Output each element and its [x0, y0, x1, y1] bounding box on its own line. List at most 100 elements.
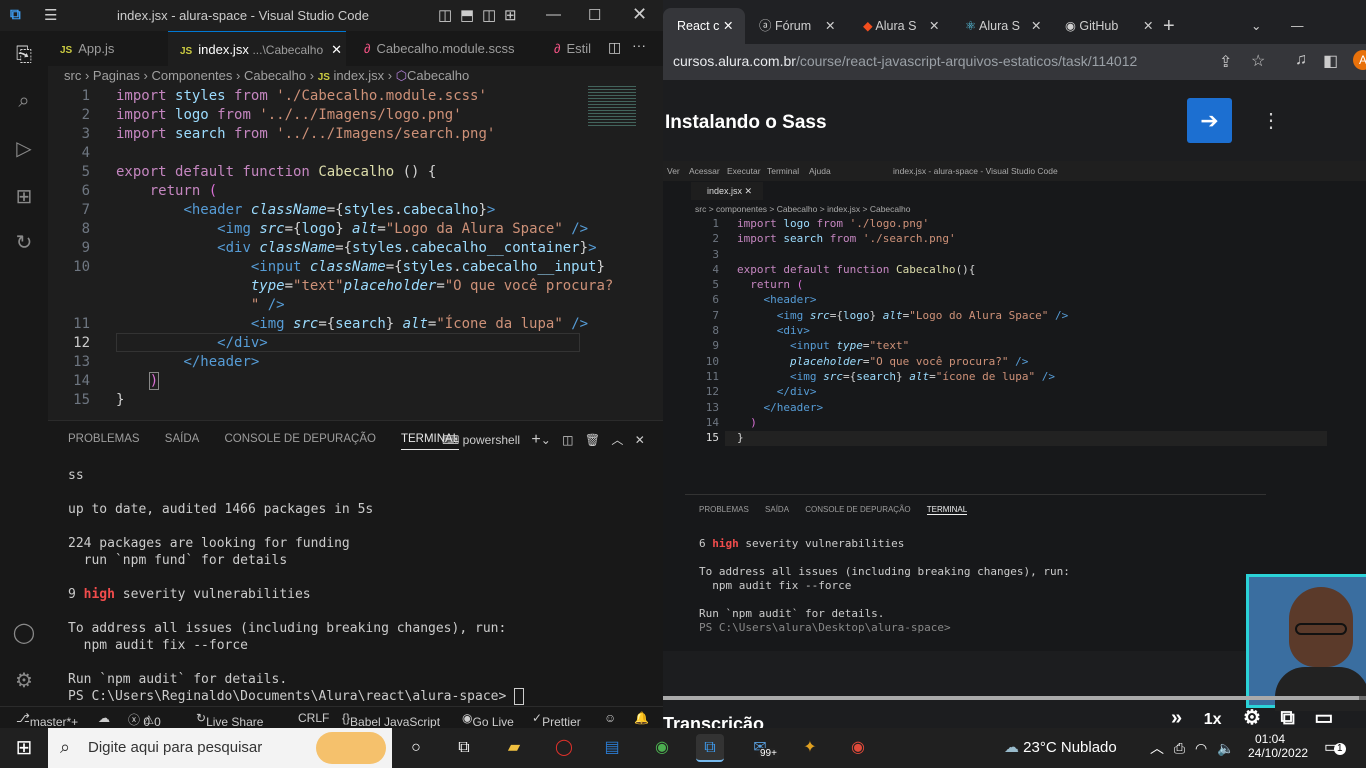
file-explorer-icon[interactable]: ▰ — [500, 734, 528, 762]
feedback-icon[interactable]: ☺ — [604, 711, 616, 725]
browser-tab-alura-1[interactable]: ◆ Alura S ✕ — [857, 8, 947, 44]
word-icon[interactable]: ▤ — [598, 734, 626, 762]
run-debug-icon[interactable]: ▷ — [12, 137, 36, 161]
breadcrumb-item[interactable]: Componentes — [151, 68, 232, 83]
eol-status[interactable]: CRLF — [298, 711, 329, 725]
media-controls-icon[interactable]: ♫ — [1295, 51, 1307, 69]
tab-debug-console[interactable]: CONSOLE DE DEPURAÇÃO — [225, 433, 376, 445]
minimap[interactable] — [588, 86, 636, 126]
skip-forward-icon[interactable]: » — [1171, 707, 1182, 728]
live-share-status[interactable]: ↻ Live Share — [196, 711, 263, 728]
accounts-icon[interactable]: ◯ — [12, 621, 36, 645]
breadcrumb-item[interactable]: Cabecalho — [244, 68, 306, 83]
browser-tab-forum[interactable]: ⓐ Fórum ✕ — [753, 8, 843, 44]
tab-close-icon[interactable]: ✕ — [331, 32, 342, 67]
branch-status[interactable]: ⎇ master*+ — [16, 711, 78, 728]
explorer-icon[interactable]: ⎘ — [12, 43, 36, 67]
split-editor-icon[interactable]: ◫ — [608, 39, 621, 56]
problems-status[interactable]: ⓧ 0 ⚠ 0 — [128, 711, 161, 728]
trash-icon[interactable]: 🗑 — [585, 433, 600, 447]
maximize-panel-icon[interactable]: ︿ — [611, 433, 623, 447]
address-bar[interactable]: cursos.alura.com.br/course/react-javascr… — [663, 44, 1366, 80]
extensions-icon[interactable]: ⊞ — [12, 185, 36, 209]
tab-estilos[interactable]: ∂ Estil — [542, 31, 602, 66]
chrome-profile-icon[interactable]: ◉ — [844, 734, 872, 762]
language-status[interactable]: {} Babel JavaScript — [342, 711, 440, 728]
close-panel-icon[interactable]: ✕ — [635, 433, 645, 447]
minimize-icon[interactable]: — — [546, 6, 561, 23]
terminal-output[interactable]: ss up to date, audited 1466 packages in … — [68, 467, 524, 705]
close-icon[interactable]: ✕ — [632, 4, 647, 25]
cortana-icon[interactable]: ○ — [402, 734, 430, 762]
split-terminal-icon[interactable]: ◫ — [562, 433, 573, 447]
side-panel-icon[interactable]: ◧ — [1323, 51, 1338, 71]
browser-tab-github[interactable]: ◉ GitHub ✕ — [1059, 8, 1159, 44]
tab-output[interactable]: SAÍDA — [165, 433, 200, 445]
profile-avatar[interactable]: A — [1353, 50, 1366, 70]
settings-gear-icon[interactable]: ⚙ — [1243, 707, 1261, 728]
menu-hamburger-icon[interactable]: ☰ — [44, 6, 57, 24]
notification-center-icon[interactable]: ▭ 1 — [1324, 737, 1346, 757]
share-icon[interactable]: ⇪ — [1219, 52, 1232, 72]
opera-icon[interactable]: ◯ — [550, 734, 578, 762]
tab-app-js[interactable]: JS App.js — [48, 31, 166, 66]
code-editor[interactable]: 1 2 3 4 5 6 7 8 9 10 11 12 13 14 15 impo… — [48, 86, 663, 416]
tab-index-jsx[interactable]: JS index.jsx ...\Cabecalho ✕ — [168, 31, 346, 66]
meet-now-icon[interactable]: ⎙ — [1174, 740, 1185, 756]
browser-minimize-icon[interactable]: — — [1291, 8, 1304, 44]
vscode-taskbar-icon[interactable]: ⧉ — [696, 734, 724, 762]
video-player[interactable]: Ver Acessar Executar Terminal Ajuda inde… — [663, 161, 1366, 728]
search-icon[interactable]: ⌕ — [12, 89, 36, 113]
browser-tab-react[interactable]: React c ✕ — [663, 8, 745, 44]
new-terminal-icon[interactable]: + — [531, 431, 540, 448]
new-tab-icon[interactable]: + — [1163, 8, 1175, 44]
toggle-sidebar-icon[interactable]: ◫ — [438, 6, 452, 24]
chevron-down-icon[interactable]: ⌄ — [541, 433, 551, 447]
customize-layout-icon[interactable]: ⊞ — [504, 6, 517, 24]
breadcrumb-item[interactable]: src — [64, 68, 81, 83]
windows-start-icon[interactable]: ⊞ — [10, 734, 38, 762]
fullscreen-icon[interactable]: ▭ — [1314, 707, 1333, 728]
live-share-icon[interactable]: ↻ — [12, 231, 36, 255]
browser-tab-alura-2[interactable]: ⚛ Alura S ✕ — [959, 8, 1049, 44]
tab-close-icon[interactable]: ✕ — [723, 8, 733, 44]
prettier-status[interactable]: ✓ Prettier — [532, 711, 581, 728]
clock[interactable]: 01:04 24/10/2022 — [1248, 732, 1308, 760]
maximize-icon[interactable]: ☐ — [588, 6, 601, 24]
chrome-icon[interactable]: ◉ — [648, 734, 676, 762]
toggle-secondary-sidebar-icon[interactable]: ◫ — [482, 6, 496, 24]
tab-problems[interactable]: PROBLEMAS — [68, 433, 140, 445]
task-view-icon[interactable]: ⧉ — [450, 734, 478, 762]
toggle-panel-icon[interactable]: ⬒ — [460, 6, 474, 24]
bookmark-star-icon[interactable]: ☆ — [1251, 51, 1265, 71]
picture-in-picture-icon[interactable]: ⧉ — [1281, 707, 1295, 728]
tab-close-icon[interactable]: ✕ — [825, 8, 835, 44]
more-actions-icon[interactable]: ··· — [632, 37, 646, 53]
sourcetree-icon[interactable]: ✦ — [796, 734, 824, 762]
breadcrumb-item[interactable]: index.jsx — [334, 68, 385, 83]
wifi-icon[interactable]: ◠ — [1195, 740, 1207, 756]
more-options-icon[interactable]: ⋮ — [1261, 108, 1281, 133]
tab-close-icon[interactable]: ✕ — [1143, 8, 1153, 44]
breadcrumb-item[interactable]: Cabecalho — [407, 68, 469, 83]
terminal-shell-label[interactable]: powershell — [463, 433, 520, 447]
tray-chevron-up-icon[interactable]: ︿ — [1150, 740, 1164, 756]
weather-widget[interactable]: ☁ 23°C Nublado — [1004, 738, 1117, 756]
notifications-bell-icon[interactable]: 🔔 — [634, 711, 649, 725]
breadcrumb-item[interactable]: Paginas — [93, 68, 140, 83]
next-lesson-button[interactable]: ➔ — [1187, 98, 1232, 143]
taskbar-search[interactable]: ⌕ Digite aqui para pesquisar — [48, 728, 392, 768]
video-progress-bar[interactable] — [663, 696, 1366, 700]
code-line: ) — [148, 372, 160, 390]
playback-speed-button[interactable]: 1x — [1204, 711, 1222, 728]
settings-gear-icon[interactable]: ⚙ — [12, 669, 36, 693]
tab-close-icon[interactable]: ✕ — [1031, 8, 1041, 44]
tab-search-chevron-icon[interactable]: ⌄ — [1251, 8, 1261, 44]
url-text[interactable]: cursos.alura.com.br/course/react-javascr… — [673, 53, 1137, 69]
tab-cabecalho-scss[interactable]: ∂ Cabecalho.module.scss — [352, 31, 532, 66]
mail-icon[interactable]: ✉ 99+ — [746, 734, 779, 762]
volume-icon[interactable]: 🔈 — [1217, 740, 1234, 756]
go-live-status[interactable]: ◉ Go Live — [462, 711, 514, 728]
sync-icon[interactable]: ☁ — [98, 711, 110, 725]
tab-close-icon[interactable]: ✕ — [929, 8, 939, 44]
